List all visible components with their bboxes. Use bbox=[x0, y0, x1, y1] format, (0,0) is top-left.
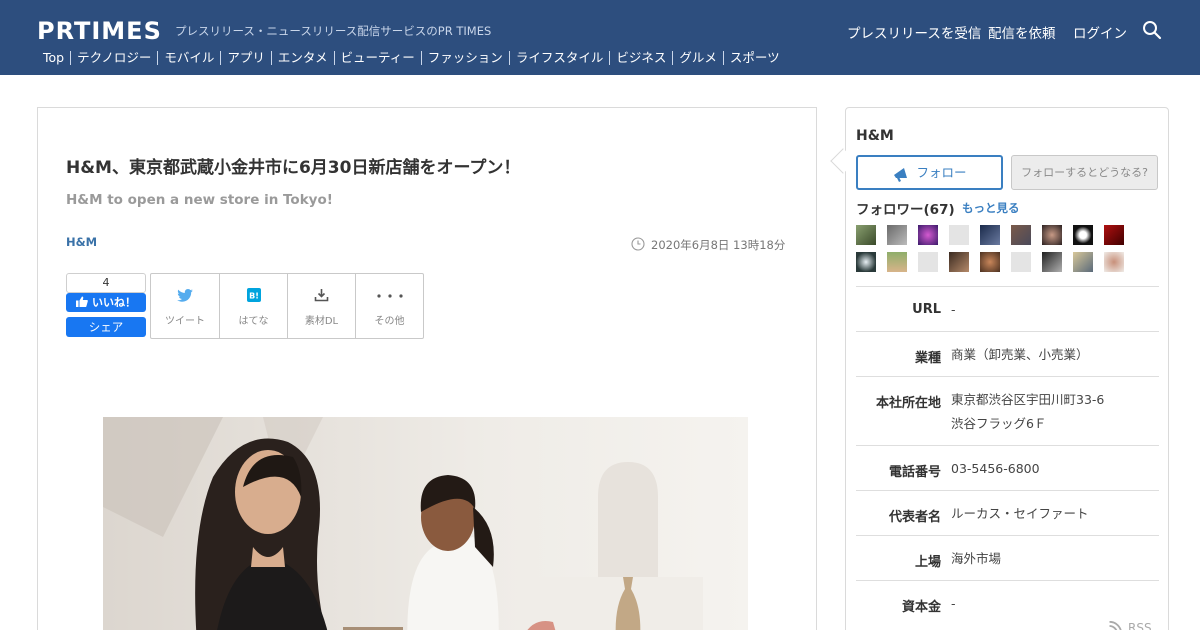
site-tagline: プレスリリース・ニュースリリース配信サービスのPR TIMES bbox=[175, 24, 492, 38]
clock-icon bbox=[631, 237, 645, 251]
download-materials-button[interactable]: 素材DL bbox=[287, 274, 355, 338]
more-followers-link[interactable]: もっと見る bbox=[962, 200, 1020, 216]
category-top[interactable]: Top bbox=[37, 51, 70, 65]
follower-avatar[interactable] bbox=[1011, 252, 1031, 272]
rss-icon bbox=[1109, 620, 1122, 630]
article-card: H&M、東京都武蔵小金井市に6月30日新店舗をオープン！ H&M to open… bbox=[37, 107, 817, 630]
sidebar-company-name[interactable]: H&M bbox=[856, 128, 894, 144]
hero-photo bbox=[103, 417, 748, 630]
follower-avatar[interactable] bbox=[1042, 252, 1062, 272]
follower-avatar[interactable] bbox=[1104, 225, 1124, 245]
hatena-label: はてな bbox=[238, 316, 269, 327]
category-apps[interactable]: アプリ bbox=[220, 51, 271, 65]
info-row-address: 本社所在地 東京都渋谷区宇田川町33-6 渋谷フラッグ6Ｆ bbox=[856, 376, 1159, 445]
rss-label: RSS bbox=[1128, 621, 1152, 630]
info-value: 海外市場 bbox=[951, 551, 1002, 566]
info-value: - bbox=[951, 302, 956, 317]
info-value: 商業（卸売業、小売業） bbox=[951, 347, 1089, 362]
info-label: 本社所在地 bbox=[875, 396, 941, 411]
category-fashion[interactable]: ファッション bbox=[420, 51, 509, 65]
follower-avatar[interactable] bbox=[949, 225, 969, 245]
more-share-button[interactable]: その他 bbox=[355, 274, 423, 338]
download-icon bbox=[314, 289, 329, 302]
follower-avatar[interactable] bbox=[949, 252, 969, 272]
article-title: H&M、東京都武蔵小金井市に6月30日新店舗をオープン！ bbox=[66, 158, 521, 178]
article-company-link[interactable]: H&M bbox=[66, 235, 97, 249]
company-sidebar: H&M フォロー フォローするとどうなる? フォロワー(67) もっと見る UR… bbox=[830, 107, 1169, 630]
follower-avatar[interactable] bbox=[1104, 252, 1124, 272]
category-business[interactable]: ビジネス bbox=[609, 51, 672, 65]
info-value: 03-5456-6800 bbox=[951, 461, 1040, 476]
category-gourmet[interactable]: グルメ bbox=[672, 51, 723, 65]
like-label: いいね！ bbox=[92, 296, 136, 309]
tweet-label: ツイート bbox=[165, 316, 205, 327]
follower-avatar[interactable] bbox=[887, 252, 907, 272]
megaphone-icon bbox=[894, 167, 908, 182]
info-value: ルーカス・セイファート bbox=[951, 506, 1089, 521]
follow-button[interactable]: フォロー bbox=[856, 155, 1003, 190]
rss-link[interactable]: RSS bbox=[1109, 620, 1152, 630]
nav-receive-press-release[interactable]: プレスリリースを受信 bbox=[847, 22, 981, 42]
info-row-url: URL - bbox=[856, 286, 1159, 331]
like-count: 4 bbox=[66, 273, 146, 293]
follower-avatar[interactable] bbox=[980, 252, 1000, 272]
twitter-icon bbox=[177, 289, 193, 302]
tweet-button[interactable]: ツイート bbox=[151, 274, 219, 338]
info-label: URL bbox=[912, 302, 941, 317]
category-nav: Top テクノロジー モバイル アプリ エンタメ ビューティー ファッション ラ… bbox=[37, 49, 786, 67]
prtimes-logo[interactable]: PRTIMES bbox=[37, 17, 162, 45]
follower-avatar[interactable] bbox=[1042, 225, 1062, 245]
follow-label: フォロー bbox=[916, 165, 967, 180]
facebook-like-button[interactable]: いいね！ bbox=[66, 293, 146, 312]
article-date: 2020年6月8日 13時18分 bbox=[651, 238, 786, 252]
info-row-industry: 業種 商業（卸売業、小売業） bbox=[856, 331, 1159, 376]
category-lifestyle[interactable]: ライフスタイル bbox=[508, 51, 610, 65]
info-row-listing: 上場 海外市場 bbox=[856, 535, 1159, 580]
category-sports[interactable]: スポーツ bbox=[722, 51, 786, 65]
category-technology[interactable]: テクノロジー bbox=[70, 51, 157, 65]
category-beauty[interactable]: ビューティー bbox=[333, 51, 421, 65]
info-value-line2: 渋谷フラッグ6Ｆ bbox=[951, 416, 1047, 431]
facebook-share-button[interactable]: シェア bbox=[66, 317, 146, 337]
thumbs-up-icon bbox=[76, 296, 88, 307]
sidebar-notch bbox=[830, 148, 856, 174]
info-value: - bbox=[951, 596, 956, 611]
nav-request-distribution[interactable]: 配信を依頼 bbox=[988, 22, 1056, 42]
follower-avatar[interactable] bbox=[887, 225, 907, 245]
info-label: 代表者名 bbox=[888, 510, 941, 525]
follower-avatar[interactable] bbox=[1073, 252, 1093, 272]
info-value: 東京都渋谷区宇田川町33-6 bbox=[951, 392, 1105, 407]
info-row-capital: 資本金 - bbox=[856, 580, 1159, 625]
follower-avatar[interactable] bbox=[980, 225, 1000, 245]
more-icon bbox=[376, 294, 403, 298]
follower-avatar[interactable] bbox=[856, 225, 876, 245]
hatena-icon: B! bbox=[246, 288, 261, 302]
followers-count: フォロワー(67) bbox=[856, 202, 955, 218]
social-share-bar: ツイート B! はてな 素材DL その他 bbox=[150, 273, 424, 339]
info-label: 業種 bbox=[914, 351, 941, 366]
article-hero-image[interactable] bbox=[103, 417, 748, 630]
info-row-representative: 代表者名 ルーカス・セイファート bbox=[856, 490, 1159, 535]
follower-avatar[interactable] bbox=[1073, 225, 1093, 245]
hatena-button[interactable]: B! はてな bbox=[219, 274, 287, 338]
download-label: 素材DL bbox=[304, 316, 339, 327]
info-label: 資本金 bbox=[901, 600, 941, 615]
article-subtitle: H&M to open a new store in Tokyo! bbox=[66, 192, 333, 208]
follow-help-button[interactable]: フォローするとどうなる? bbox=[1011, 155, 1158, 190]
facebook-like-box: 4 いいね！ シェア bbox=[66, 273, 146, 337]
info-label: 上場 bbox=[914, 555, 941, 570]
info-row-phone: 電話番号 03-5456-6800 bbox=[856, 445, 1159, 490]
more-label: その他 bbox=[374, 316, 405, 327]
category-mobile[interactable]: モバイル bbox=[157, 51, 220, 65]
follower-avatar[interactable] bbox=[918, 252, 938, 272]
site-header: PRTIMES プレスリリース・ニュースリリース配信サービスのPR TIMES … bbox=[0, 0, 1200, 75]
search-icon[interactable] bbox=[1142, 20, 1162, 40]
follower-avatar[interactable] bbox=[856, 252, 876, 272]
nav-login[interactable]: ログイン bbox=[1073, 22, 1127, 42]
category-entertainment[interactable]: エンタメ bbox=[270, 51, 334, 65]
follower-avatar[interactable] bbox=[918, 225, 938, 245]
svg-text:B!: B! bbox=[249, 292, 259, 301]
follower-avatar[interactable] bbox=[1011, 225, 1031, 245]
info-label: 電話番号 bbox=[888, 465, 941, 480]
